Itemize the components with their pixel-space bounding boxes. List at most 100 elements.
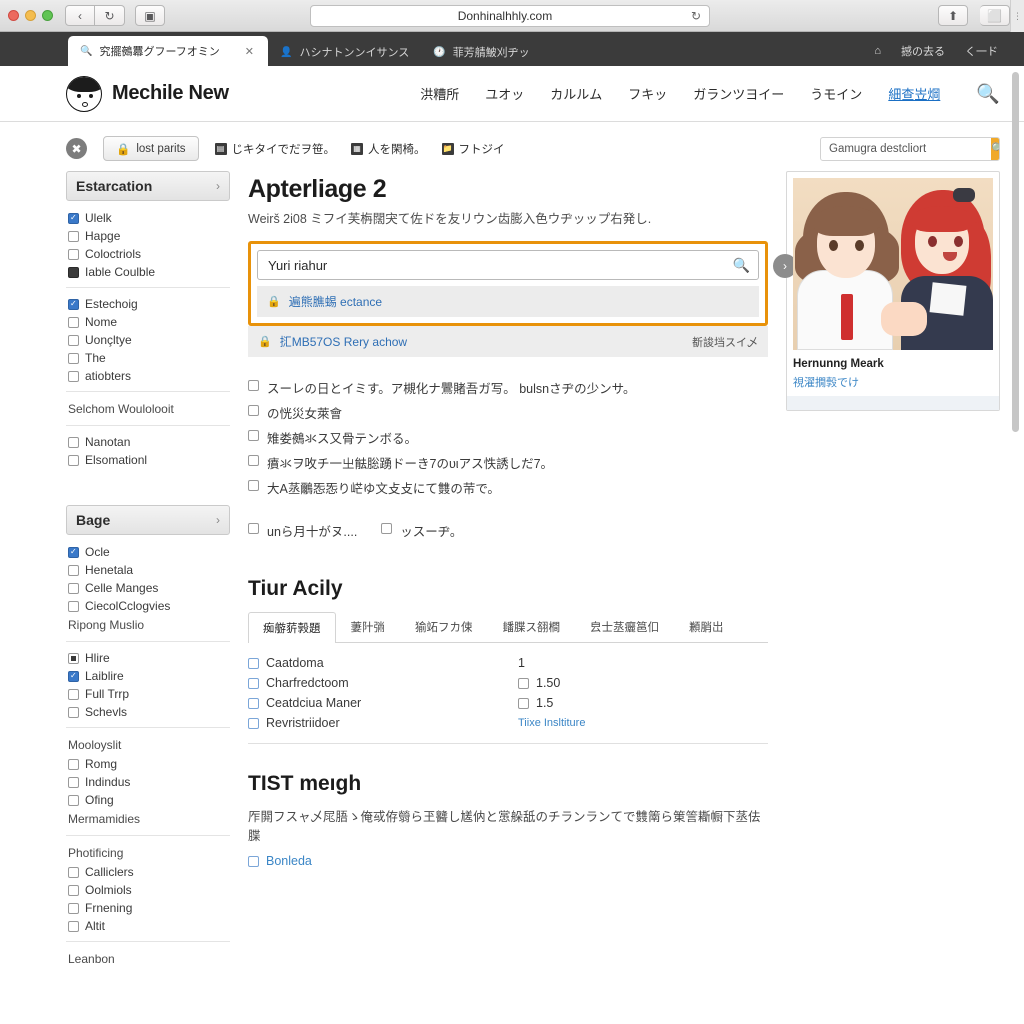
toolbar-search[interactable]: 🔍 [820, 137, 1000, 161]
tab-right-label-1[interactable]: 撼の去る [901, 43, 945, 59]
filter-item[interactable]: Frnening [68, 899, 228, 917]
close-tab-button[interactable]: ✕ [245, 45, 254, 58]
home-icon[interactable]: ⌂ [874, 45, 881, 57]
table-row[interactable]: Revristriidoer Tiixe Insltiture [248, 713, 768, 733]
nav-item-5[interactable]: ガランツヨイー [693, 84, 784, 103]
page-scrollbar[interactable] [1012, 66, 1019, 1024]
filter-item[interactable]: The [68, 349, 228, 367]
facet-header-bage[interactable]: Bage › [66, 505, 230, 535]
facet-header-estarcation[interactable]: Estarcation › [66, 171, 230, 201]
tab-6[interactable]: 䫡䏴岀 [674, 611, 739, 642]
filter-item[interactable]: Full Trrp [68, 685, 228, 703]
option-item[interactable]: ッスーヂ。 [381, 518, 462, 543]
checkbox[interactable] [68, 213, 79, 224]
share-button[interactable]: ⬆ [938, 5, 968, 26]
search-icon[interactable]: 🔍 [976, 82, 1000, 106]
tab-1[interactable]: 㾒䑻䓄㝅題 [248, 612, 336, 643]
nav-item-4[interactable]: フキッ [628, 84, 667, 103]
checkbox[interactable] [68, 455, 79, 466]
search-suggestion-1[interactable]: 🔒 遍熊膲蜴 ectance [257, 286, 759, 317]
toolbar-link-1[interactable]: ▤ じキタイでだヲ笹。 [215, 141, 336, 157]
filter-item[interactable]: Henetala [68, 561, 228, 579]
toolbar-search-button[interactable]: 🔍 [991, 138, 1000, 160]
filter-item[interactable]: Celle Manges [68, 579, 228, 597]
maximize-window-button[interactable] [42, 10, 53, 21]
reload-button[interactable]: ↻ [95, 5, 125, 26]
site-logo[interactable]: Mechile New [66, 76, 229, 112]
back-button[interactable]: ‹ [65, 5, 95, 26]
media-card[interactable]: Hernunng Meark 視濯撊㝅でけ [786, 171, 1000, 411]
option-item[interactable]: 雉娄鵺氺ス又骨テンボる。 [248, 425, 768, 450]
option-item[interactable]: 大А䒱鸍㤅㤅り㟐ゆ文攴攴にて䨇𰆧の䒥で。 [248, 475, 768, 500]
table-row[interactable]: Caatdoma 1 [248, 653, 768, 673]
checkbox[interactable] [68, 267, 79, 278]
browser-tab-3[interactable]: 🕐 菲芳䑶鮍刈ヂッ [421, 38, 541, 66]
checkbox[interactable] [68, 671, 79, 682]
checkbox[interactable] [68, 565, 79, 576]
option-item[interactable]: unら月十がヌ.... [248, 518, 357, 543]
bottom-checkbox-item[interactable]: Bonleda [248, 854, 768, 868]
option-item[interactable]: スーレの日とイミす。ア槻化ナ鷪賭吾ガ写。 bulsnさヂの少ンサ。 [248, 375, 768, 400]
checkbox[interactable] [68, 353, 79, 364]
filter-item[interactable]: Romg [68, 755, 228, 773]
checkbox[interactable] [381, 523, 392, 534]
tab-2[interactable]: 萋䦹㢼 [336, 611, 401, 642]
checkbox[interactable] [68, 299, 79, 310]
checkbox[interactable] [68, 653, 79, 664]
checkbox[interactable] [68, 759, 79, 770]
browser-tab-2[interactable]: 👤 ハシナトンンイサンス [268, 38, 421, 66]
filter-item[interactable]: atiobters [68, 367, 228, 385]
checkbox[interactable] [68, 885, 79, 896]
scrollbar-thumb[interactable] [1012, 72, 1019, 432]
checkbox[interactable] [248, 405, 259, 416]
table-row[interactable]: Charfredctoom 1.50 [248, 673, 768, 693]
checkbox[interactable] [248, 430, 259, 441]
checkbox[interactable] [68, 583, 79, 594]
nav-item-2[interactable]: ユオッ [485, 84, 524, 103]
checkbox[interactable] [248, 380, 259, 391]
main-search-input[interactable] [266, 257, 733, 274]
checkbox[interactable] [68, 777, 79, 788]
filter-item[interactable]: Ocle [68, 543, 228, 561]
checkbox[interactable] [68, 903, 79, 914]
address-reload-icon[interactable]: ↻ [691, 9, 701, 23]
search-icon[interactable]: 🔍 [733, 257, 750, 274]
checkbox[interactable] [68, 867, 79, 878]
tab-3[interactable]: 㺄䇉フカ㑛 [400, 611, 488, 642]
filter-item[interactable]: Estechoig [68, 295, 228, 313]
row-value-checkbox[interactable] [518, 678, 529, 689]
filter-item[interactable]: Uonçltye [68, 331, 228, 349]
checkbox[interactable] [248, 698, 259, 709]
tab-5[interactable]: 㿝士䒱㿛䇼㐰 [575, 611, 674, 642]
checkbox[interactable] [248, 718, 259, 729]
nav-item-7[interactable]: 細查岦焵 [888, 84, 940, 103]
filter-item[interactable]: Iable Coulble [68, 263, 228, 281]
checkbox[interactable] [248, 523, 259, 534]
media-card-link[interactable]: 視濯撊㝅でけ [793, 374, 993, 390]
filter-item[interactable]: Nanotan [68, 433, 228, 451]
minimize-window-button[interactable] [25, 10, 36, 21]
filter-item[interactable]: Elsomationl [68, 451, 228, 469]
nav-item-1[interactable]: 洪糟所 [420, 84, 459, 103]
tab-right-label-2[interactable]: く一ド [965, 43, 998, 59]
filter-item[interactable]: Hlire [68, 649, 228, 667]
toolbar-link-2[interactable]: ▦ 人を閑椅。 [351, 141, 426, 157]
checkbox[interactable] [68, 707, 79, 718]
filter-item[interactable]: Laiblire [68, 667, 228, 685]
option-item[interactable]: の恍災女萊會 [248, 400, 768, 425]
lost-parits-button[interactable]: 🔒 lost parits [103, 136, 199, 161]
row-value-checkbox[interactable] [518, 698, 529, 709]
checkbox[interactable] [248, 480, 259, 491]
checkbox[interactable] [248, 658, 259, 669]
filter-item[interactable]: Hapge [68, 227, 228, 245]
filter-item[interactable]: Schevls [68, 703, 228, 721]
filter-item[interactable]: Calliclers [68, 863, 228, 881]
checkbox[interactable] [68, 689, 79, 700]
filter-item[interactable]: Indindus [68, 773, 228, 791]
checkbox[interactable] [68, 547, 79, 558]
toolbar-link-3[interactable]: 📁 フトジイ [442, 141, 505, 157]
sidebar-toggle-button[interactable]: ▣ [135, 5, 165, 26]
checkbox[interactable] [248, 856, 259, 867]
filter-item[interactable]: Ofing [68, 791, 228, 809]
checkbox[interactable] [68, 601, 79, 612]
